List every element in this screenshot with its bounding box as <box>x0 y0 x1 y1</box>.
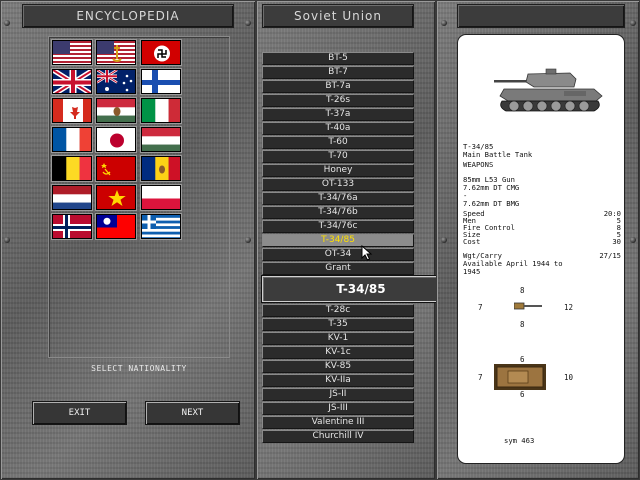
unit-list-item[interactable]: KV-85 <box>262 360 414 373</box>
unit-list-item[interactable]: Valentine III <box>262 416 414 429</box>
tank-illustration <box>494 68 603 112</box>
unit-list-item[interactable]: T-26s <box>262 94 414 107</box>
netherlands-flag[interactable] <box>52 185 92 210</box>
turret-armor-right: 12 <box>564 303 574 312</box>
turret-top-icon <box>514 302 542 310</box>
info-title-bar <box>457 4 625 28</box>
unit-list-item[interactable]: T-40a <box>262 122 414 135</box>
rivet <box>4 20 10 26</box>
exit-button[interactable]: EXIT <box>32 401 127 425</box>
hull-armor-front: 6 <box>520 355 525 364</box>
stat-cost: Cost 30 <box>463 238 621 246</box>
encyclopedia-title: ENCYCLOPEDIA <box>22 4 234 28</box>
unit-list-item[interactable]: T-34/85 <box>262 234 414 247</box>
weapon-4: 7.62mm DT BMG <box>463 199 520 208</box>
mouse-cursor-icon <box>361 245 373 261</box>
rivet <box>630 237 636 243</box>
unit-list-item[interactable]: Grant <box>262 262 414 275</box>
australia-flag[interactable] <box>96 69 136 94</box>
unit-list-item[interactable]: T-28c <box>262 304 414 317</box>
unit-list-item[interactable]: BT-7 <box>262 66 414 79</box>
unit-data-card: T-34/85 Main Battle Tank WEAPONS 85mm L5… <box>457 34 625 464</box>
usa-flag[interactable] <box>52 40 92 65</box>
turret-armor-rear: 8 <box>520 320 525 329</box>
united-kingdom-flag[interactable] <box>52 69 92 94</box>
norway-flag[interactable] <box>52 214 92 239</box>
unit-list-item[interactable]: JS-III <box>262 402 414 415</box>
rivet <box>4 237 10 243</box>
rivet <box>441 20 447 26</box>
china-flag[interactable] <box>96 214 136 239</box>
availability-text: Available April 1944 to 1945 <box>463 259 563 276</box>
unit-list-item[interactable]: BT-5 <box>262 52 414 65</box>
turret-armor-front: 8 <box>520 286 525 295</box>
unit-list-item[interactable]: T-37a <box>262 108 414 121</box>
stat-value: 27/15 <box>599 251 621 260</box>
hungary-flag[interactable] <box>96 98 136 123</box>
germany-flag[interactable] <box>141 40 181 65</box>
unit-list-item[interactable]: T-34/76b <box>262 206 414 219</box>
rivet <box>630 20 636 26</box>
unit-type: Main Battle Tank <box>463 150 533 159</box>
poland-flag[interactable] <box>141 185 181 210</box>
belgium-flag[interactable] <box>52 156 92 181</box>
unit-list-item[interactable]: BT-7a <box>262 80 414 93</box>
rivet <box>245 20 251 26</box>
italy-flag[interactable] <box>141 98 181 123</box>
weapons-header: WEAPONS <box>463 160 494 169</box>
unit-list-item[interactable]: KV-IIa <box>262 374 414 387</box>
unit-list-item[interactable]: T-70 <box>262 150 414 163</box>
select-nationality-label: SELECT NATIONALITY <box>91 364 187 373</box>
us-marines-flag[interactable] <box>96 40 136 65</box>
unit-list-item[interactable]: KV-1 <box>262 332 414 345</box>
stat-label: Cost <box>463 237 481 246</box>
turret-armor-left: 7 <box>478 303 483 312</box>
next-button[interactable]: NEXT <box>145 401 240 425</box>
selected-unit-popup: T-34/85 <box>262 276 460 302</box>
yugoslavia-partisan-flag[interactable] <box>96 185 136 210</box>
romania-flag[interactable] <box>141 156 181 181</box>
unit-list-item[interactable]: KV-1c <box>262 346 414 359</box>
unit-list-item[interactable]: T-60 <box>262 136 414 149</box>
unit-list-item[interactable]: OT-34 <box>262 248 414 261</box>
weapon-2: 7.62mm DT CMG <box>463 183 520 192</box>
japan-flag[interactable] <box>96 127 136 152</box>
greece-flag[interactable] <box>141 214 181 239</box>
unit-list-item[interactable]: JS-II <box>262 388 414 401</box>
hull-top-icon <box>494 364 546 390</box>
hull-armor-left: 7 <box>478 373 483 382</box>
symbol-id: sym 463 <box>504 436 535 445</box>
unit-list-item[interactable]: T-34/76a <box>262 192 414 205</box>
unit-list-item[interactable]: Churchill IV <box>262 430 414 443</box>
canada-flag[interactable] <box>52 98 92 123</box>
rivet <box>441 237 447 243</box>
france-flag[interactable] <box>52 127 92 152</box>
stat-value: 30 <box>612 237 621 246</box>
rivet <box>245 237 251 243</box>
unit-list-item[interactable]: OT-133 <box>262 178 414 191</box>
hull-armor-right: 10 <box>564 373 574 382</box>
soviet-union-flag[interactable] <box>96 156 136 181</box>
unit-list-item[interactable]: T-34/76c <box>262 220 414 233</box>
unit-list-item[interactable]: T-35 <box>262 318 414 331</box>
unit-list-item[interactable]: Honey <box>262 164 414 177</box>
finland-flag[interactable] <box>141 69 181 94</box>
nation-title: Soviet Union <box>262 4 414 28</box>
hungary-flag-2[interactable] <box>141 127 181 152</box>
hull-armor-rear: 6 <box>520 390 525 399</box>
